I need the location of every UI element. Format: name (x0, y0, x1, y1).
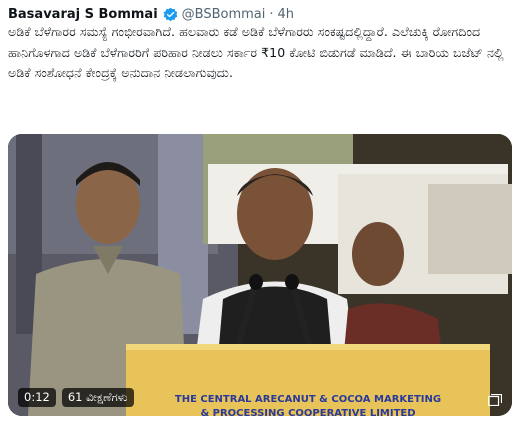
verified-badge-icon (163, 7, 177, 21)
video-overlay: 0:12 61 ವೀಕ್ಷಣೆಗಳು (18, 388, 134, 407)
video-timestamp: 0:12 (18, 388, 56, 407)
tweet-time[interactable]: 4h (278, 7, 295, 22)
tweet-header: Basavaraj S Bommai @BSBommai · 4h (8, 4, 510, 24)
video-views: 61 ವೀಕ್ಷಣೆಗಳು (61, 388, 134, 407)
podium-banner-line1: THE CENTRAL ARECANUT & COCOA MARKETING (175, 394, 441, 405)
author-handle[interactable]: @BSBommai (182, 7, 266, 22)
media-gallery-icon (488, 394, 502, 406)
separator-dot: · (269, 6, 274, 22)
tweet-text: ಅಡಿಕೆ ಬೆಳೆಗಾರರ ಸಮಸ್ಯೆ ಗಂಭೀರವಾಗಿದೆ. ಹಲವಾರ… (8, 24, 504, 80)
podium-banner-line2: & PROCESSING COOPERATIVE LIMITED (200, 408, 415, 416)
video-frame: THE CENTRAL ARECANUT & COCOA MARKETING &… (8, 134, 512, 416)
tweet-video[interactable]: THE CENTRAL ARECANUT & COCOA MARKETING &… (8, 134, 512, 416)
author-name[interactable]: Basavaraj S Bommai (8, 7, 158, 22)
